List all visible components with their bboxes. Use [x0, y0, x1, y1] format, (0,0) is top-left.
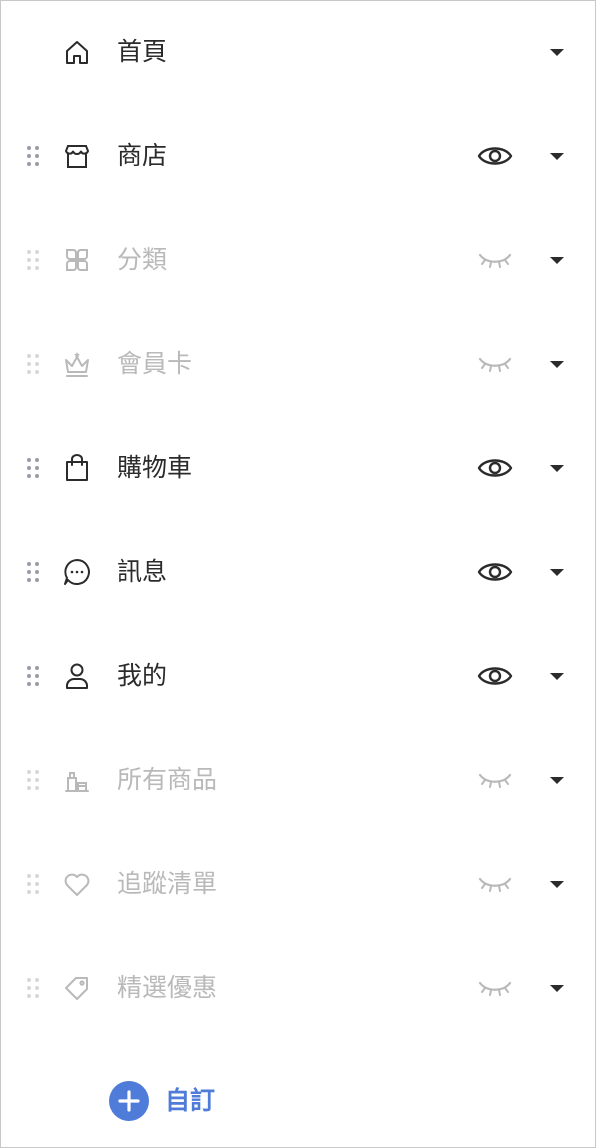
plus-icon [109, 1081, 149, 1121]
drag-handle-icon[interactable] [25, 662, 41, 690]
nav-item-label: 我的 [117, 661, 168, 690]
products-icon [61, 764, 93, 796]
drag-handle-icon[interactable] [25, 142, 41, 170]
eye-open-icon[interactable] [475, 658, 515, 694]
nav-item[interactable]: 精選優惠 [1, 948, 595, 1028]
dropdown-arrow-icon[interactable] [543, 560, 571, 584]
dropdown-arrow-icon[interactable] [543, 872, 571, 896]
dropdown-arrow-icon[interactable] [543, 456, 571, 480]
nav-item-label: 分類 [117, 245, 168, 274]
nav-item[interactable]: 我的 [1, 636, 595, 716]
drag-handle-icon[interactable] [25, 558, 41, 586]
dropdown-arrow-icon[interactable] [543, 40, 571, 64]
nav-item[interactable]: 購物車 [1, 428, 595, 508]
nav-item-label: 會員卡 [117, 349, 193, 378]
dropdown-arrow-icon[interactable] [543, 768, 571, 792]
drag-handle-icon[interactable] [25, 766, 41, 794]
category-icon [61, 244, 93, 276]
add-custom-item-button[interactable]: 自訂 [107, 1079, 257, 1123]
nav-item-label: 所有商品 [117, 765, 218, 794]
nav-item[interactable]: 首頁 [1, 12, 595, 92]
user-icon [61, 660, 93, 692]
nav-item[interactable]: 所有商品 [1, 740, 595, 820]
heart-icon [61, 868, 93, 900]
nav-item[interactable]: 商店 [1, 116, 595, 196]
nav-item-label: 精選優惠 [117, 973, 218, 1002]
dropdown-arrow-icon[interactable] [543, 664, 571, 688]
nav-item-label: 訊息 [117, 557, 168, 586]
drag-handle-icon[interactable] [25, 454, 41, 482]
nav-item-label: 購物車 [117, 453, 193, 482]
eye-closed-icon[interactable] [475, 242, 515, 278]
nav-item-label: 追蹤清單 [117, 869, 218, 898]
shopping-bag-icon [61, 452, 93, 484]
eye-closed-icon[interactable] [475, 970, 515, 1006]
drag-handle-icon[interactable] [25, 246, 41, 274]
nav-item[interactable]: 訊息 [1, 532, 595, 612]
nav-item[interactable]: 追蹤清單 [1, 844, 595, 924]
drag-handle-icon[interactable] [25, 870, 41, 898]
drag-handle-icon[interactable] [25, 974, 41, 1002]
nav-item[interactable]: 分類 [1, 220, 595, 300]
dropdown-arrow-icon[interactable] [543, 144, 571, 168]
crown-icon [61, 348, 93, 380]
eye-closed-icon[interactable] [475, 346, 515, 382]
home-icon [61, 36, 93, 68]
navigation-settings-panel: 首頁商店分類會員卡購物車訊息我的所有商品追蹤清單精選優惠 自訂 [0, 0, 596, 1148]
chat-bubble-icon [61, 556, 93, 588]
eye-closed-icon[interactable] [475, 762, 515, 798]
drag-handle-icon[interactable] [25, 350, 41, 378]
tag-icon [61, 972, 93, 1004]
custom-button-label: 自訂 [165, 1086, 216, 1115]
eye-open-icon[interactable] [475, 554, 515, 590]
store-icon [61, 140, 93, 172]
dropdown-arrow-icon[interactable] [543, 352, 571, 376]
dropdown-arrow-icon[interactable] [543, 248, 571, 272]
eye-closed-icon[interactable] [475, 866, 515, 902]
eye-open-icon[interactable] [475, 450, 515, 486]
nav-item-label: 首頁 [117, 37, 168, 66]
eye-open-icon[interactable] [475, 138, 515, 174]
nav-item[interactable]: 會員卡 [1, 324, 595, 404]
dropdown-arrow-icon[interactable] [543, 976, 571, 1000]
nav-item-label: 商店 [117, 141, 168, 170]
